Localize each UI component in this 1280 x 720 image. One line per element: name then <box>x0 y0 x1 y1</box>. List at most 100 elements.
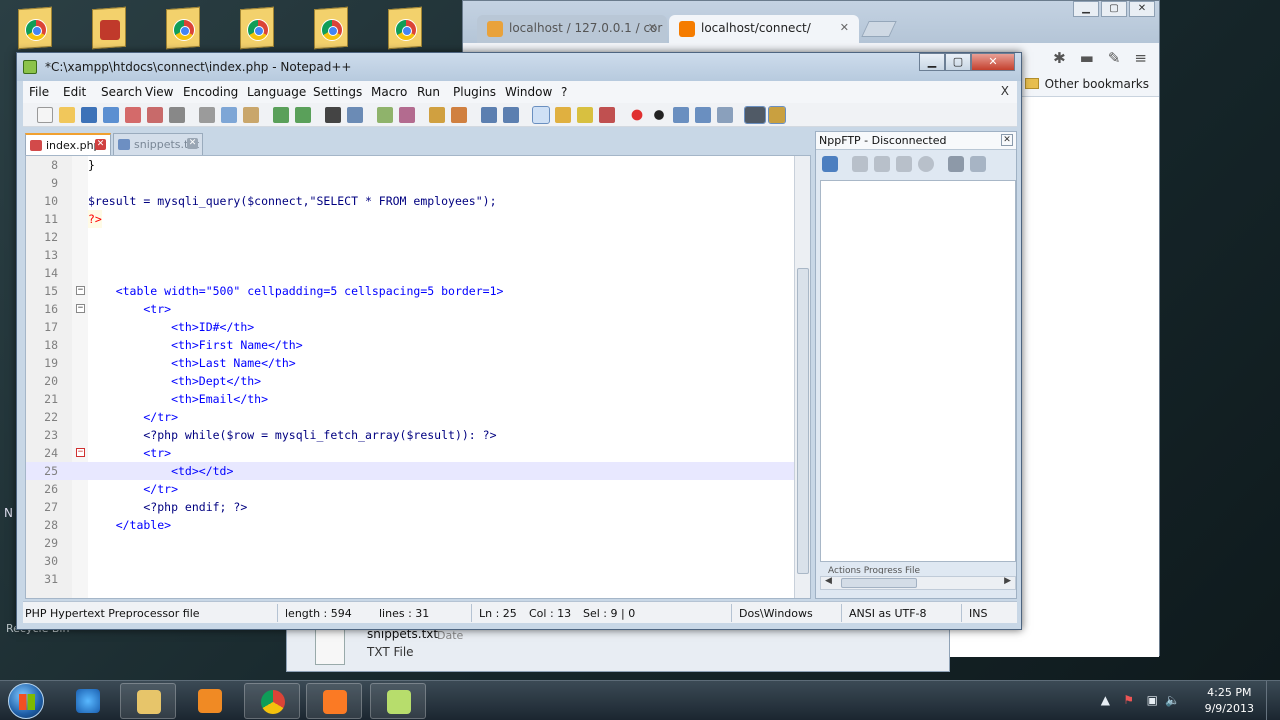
menu-settings[interactable]: Settings <box>313 85 362 99</box>
tab-index-php[interactable]: index.php ✕ <box>25 133 111 155</box>
word-wrap-icon[interactable] <box>481 107 497 123</box>
abort-icon[interactable] <box>918 156 934 172</box>
close-button[interactable]: ✕ <box>971 53 1015 71</box>
taskbar-chrome[interactable] <box>244 683 300 719</box>
fold-collapse-icon[interactable]: − <box>76 304 85 313</box>
fold-collapse-icon[interactable]: − <box>76 448 85 457</box>
start-button[interactable] <box>8 683 44 719</box>
menu-window[interactable]: Window <box>505 85 552 99</box>
close-file-icon[interactable] <box>125 107 141 123</box>
ds-plugin-icon[interactable] <box>744 106 766 124</box>
minimize-button[interactable]: ▁ <box>919 53 945 71</box>
document-map-icon[interactable] <box>599 107 615 123</box>
desktop-chrome-shortcut-icon[interactable] <box>386 6 426 52</box>
nppftp-panel[interactable]: NppFTP - Disconnected ✕ Actions Progress… <box>815 131 1017 599</box>
code-line[interactable]: 11 ?> <box>26 210 796 228</box>
zoom-in-icon[interactable] <box>377 107 393 123</box>
code-line[interactable]: 28 </table> <box>26 516 796 534</box>
menu-view[interactable]: View <box>145 85 173 99</box>
menu-encoding[interactable]: Encoding <box>183 85 238 99</box>
taskbar-internet-explorer[interactable] <box>60 683 116 719</box>
download-icon[interactable] <box>852 156 868 172</box>
desktop-chrome-shortcut-icon[interactable] <box>238 6 278 52</box>
scroll-left-icon[interactable]: ◀ <box>825 576 832 586</box>
menu-plugins[interactable]: Plugins <box>453 85 496 99</box>
code-line[interactable]: 23 <?php while($row = mysqli_fetch_array… <box>26 426 796 444</box>
new-file-icon[interactable] <box>37 107 53 123</box>
replace-icon[interactable] <box>347 107 363 123</box>
record-macro-icon[interactable] <box>629 107 645 123</box>
undo-icon[interactable] <box>273 107 289 123</box>
close-all-icon[interactable] <box>147 107 163 123</box>
refresh-icon[interactable] <box>896 156 912 172</box>
taskbar-media-player[interactable] <box>182 683 238 719</box>
menu-icon[interactable]: ≡ <box>1134 49 1147 67</box>
desktop-pdf-shortcut-icon[interactable] <box>90 6 130 52</box>
show-hidden-icons-icon[interactable]: ▲ <box>1101 693 1110 707</box>
code-line[interactable]: 29 <box>26 534 796 552</box>
browser-tab-phpmyadmin[interactable]: localhost / 127.0.0.1 / cor ✕ <box>477 15 667 43</box>
code-line[interactable]: 10 $result = mysqli_query($connect,"SELEC… <box>26 192 796 210</box>
close-document-button[interactable]: X <box>1001 84 1009 98</box>
zoom-out-icon[interactable] <box>399 107 415 123</box>
browser-minimize-button[interactable]: ▁ <box>1073 1 1099 17</box>
close-icon[interactable]: ✕ <box>95 139 106 150</box>
code-line[interactable]: 31 <box>26 570 796 588</box>
desktop-chrome-shortcut-icon[interactable] <box>16 6 56 52</box>
copy-icon[interactable] <box>221 107 237 123</box>
nppftp-file-tree[interactable] <box>820 180 1016 562</box>
other-bookmarks-button[interactable]: Other bookmarks <box>1024 77 1149 91</box>
menu-macro[interactable]: Macro <box>371 85 407 99</box>
code-line[interactable]: 13 <box>26 246 796 264</box>
show-desktop-button[interactable] <box>1266 681 1280 720</box>
fold-collapse-icon[interactable]: − <box>76 286 85 295</box>
code-line[interactable]: 20 <th>Dept</th> <box>26 372 796 390</box>
sync-horizontal-icon[interactable] <box>451 107 467 123</box>
paste-icon[interactable] <box>243 107 259 123</box>
code-line[interactable]: 26 </tr> <box>26 480 796 498</box>
upload-icon[interactable] <box>874 156 890 172</box>
tab-snippets-txt[interactable]: snippets.txt ✕ <box>113 133 203 155</box>
open-file-icon[interactable] <box>59 107 75 123</box>
code-line[interactable]: 19 <th>Last Name</th> <box>26 354 796 372</box>
message-window-icon[interactable] <box>970 156 986 172</box>
close-icon[interactable]: ✕ <box>187 138 198 149</box>
code-line[interactable]: 12 <box>26 228 796 246</box>
taskbar-notepad-plus-plus[interactable] <box>370 683 426 719</box>
window-titlebar[interactable]: *C:\xampp\htdocs\connect\index.php - Not… <box>17 53 1021 81</box>
code-line-current[interactable]: 25 <td></td> <box>26 462 796 480</box>
menu-edit[interactable]: Edit <box>63 85 86 99</box>
code-line[interactable]: 15− <table width="500" cellpadding=5 cel… <box>26 282 796 300</box>
code-line[interactable]: 8} <box>26 156 796 174</box>
code-line[interactable]: 14 <box>26 264 796 282</box>
print-icon[interactable] <box>169 107 185 123</box>
close-icon[interactable]: ✕ <box>648 21 657 34</box>
menu-help[interactable]: ? <box>561 85 567 99</box>
nppftp-toggle-icon[interactable] <box>768 106 786 124</box>
scroll-right-icon[interactable]: ▶ <box>1004 576 1011 586</box>
volume-icon[interactable]: 🔈 <box>1165 693 1180 707</box>
menu-file[interactable]: File <box>29 85 49 99</box>
connect-icon[interactable] <box>822 156 838 172</box>
code-line[interactable]: 24− <tr> <box>26 444 796 462</box>
code-line[interactable]: 21 <th>Email</th> <box>26 390 796 408</box>
fold-all-icon[interactable] <box>555 107 571 123</box>
close-icon[interactable]: ✕ <box>840 21 849 34</box>
function-list-icon[interactable] <box>577 107 593 123</box>
redo-icon[interactable] <box>295 107 311 123</box>
pen-icon[interactable]: ✎ <box>1108 49 1121 67</box>
save-all-icon[interactable] <box>103 107 119 123</box>
cut-icon[interactable] <box>199 107 215 123</box>
browser-tab-connect[interactable]: localhost/connect/ ✕ <box>669 15 859 43</box>
stop-macro-icon[interactable] <box>651 107 667 123</box>
network-icon[interactable]: ▣ <box>1147 693 1158 707</box>
taskbar-xampp[interactable] <box>306 683 362 719</box>
play-macro-icon[interactable] <box>673 107 689 123</box>
code-line[interactable]: 17 <th>ID#</th> <box>26 318 796 336</box>
menu-language[interactable]: Language <box>247 85 306 99</box>
code-line[interactable]: 30 <box>26 552 796 570</box>
indent-guide-icon[interactable] <box>532 106 550 124</box>
horizontal-scrollbar[interactable]: ◀ ▶ <box>820 576 1016 590</box>
save-macro-icon[interactable] <box>717 107 733 123</box>
vertical-scrollbar[interactable] <box>794 156 810 598</box>
